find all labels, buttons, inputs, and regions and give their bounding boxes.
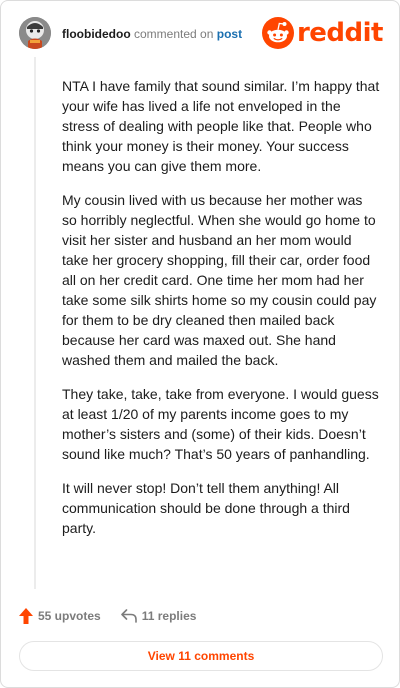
comment-paragraph-3: They take, take, take from everyone. I w…	[62, 386, 379, 462]
action-text: commented on	[134, 27, 214, 41]
avatar[interactable]	[19, 17, 51, 49]
comment-actions: 55 upvotes 11 replies	[19, 605, 196, 627]
upvote-count: 55 upvotes	[38, 609, 101, 623]
post-link[interactable]: post	[217, 27, 242, 41]
comment-body: NTA I have family that sound similar. I’…	[62, 76, 380, 552]
thread-line	[34, 57, 36, 589]
reply-arrow-icon	[120, 609, 137, 623]
reddit-alien-icon	[261, 17, 294, 49]
view-comments-button[interactable]: View 11 comments	[19, 641, 383, 671]
comment-header: floobidedoo commented on post reddit	[19, 15, 384, 51]
comment-paragraph-4: It will never stop! Don’t tell them anyt…	[62, 480, 350, 536]
comment-paragraph-1: NTA I have family that sound similar. I’…	[62, 78, 380, 174]
comment-meta: floobidedoo commented on post	[62, 26, 242, 42]
replies-count: 11 replies	[141, 609, 197, 623]
comment-paragraph-2: My cousin lived with us because her moth…	[62, 192, 377, 368]
comment-card: floobidedoo commented on post reddit NTA…	[0, 0, 400, 688]
upvote-arrow-icon	[19, 608, 33, 624]
reddit-wordmark: reddit	[296, 18, 384, 48]
reddit-logo: reddit	[261, 15, 384, 51]
upvote-button[interactable]: 55 upvotes	[19, 608, 101, 624]
replies-button[interactable]: 11 replies	[120, 609, 197, 623]
username[interactable]: floobidedoo	[62, 27, 131, 41]
